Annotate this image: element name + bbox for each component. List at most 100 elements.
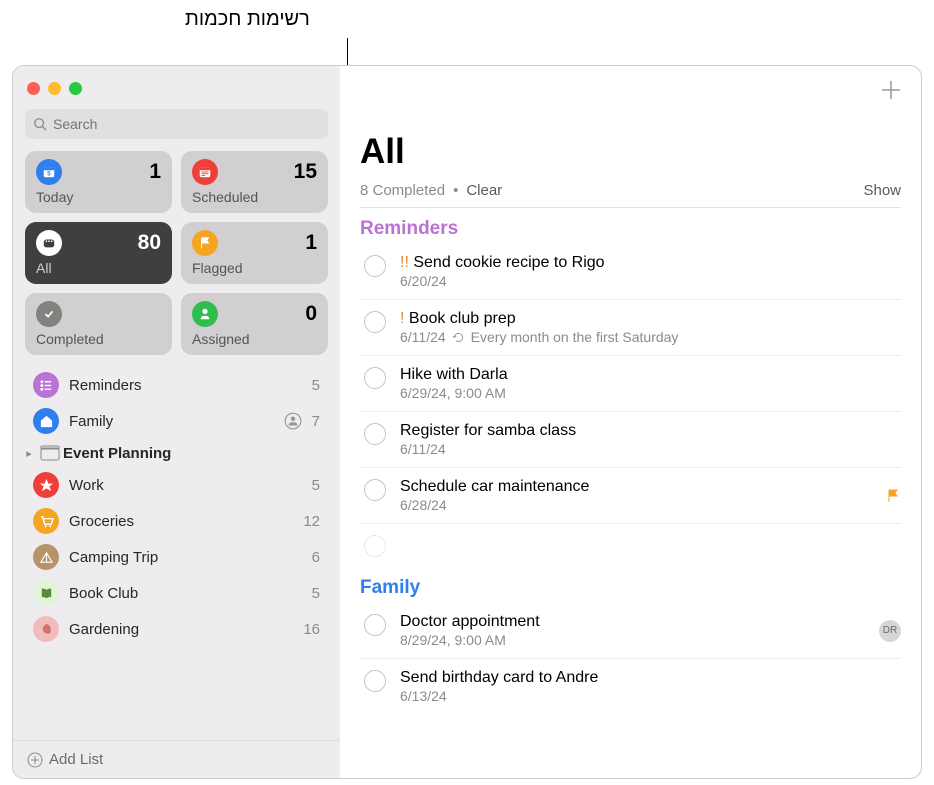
page-title: All: [360, 132, 901, 172]
section-header[interactable]: Family: [360, 577, 901, 599]
sidebar-list-item[interactable]: Camping Trip 6: [17, 539, 336, 575]
list-count: 7: [312, 413, 320, 430]
divider: [360, 207, 901, 208]
search-icon: [33, 117, 47, 131]
reminder-meta: 8/29/24, 9:00 AM: [400, 632, 865, 648]
show-button[interactable]: Show: [863, 182, 901, 199]
smart-label: Flagged: [192, 260, 317, 276]
list-label: Family: [69, 413, 274, 430]
window-controls: [13, 66, 340, 103]
smart-list-scheduled[interactable]: 15 Scheduled: [181, 151, 328, 213]
reminder-title: Register for samba class: [400, 422, 887, 440]
assigned-icon: [192, 301, 218, 327]
subheader: 8 Completed • Clear Show: [360, 182, 901, 199]
complete-toggle[interactable]: [364, 311, 386, 333]
complete-toggle[interactable]: [364, 670, 386, 692]
complete-toggle[interactable]: [364, 423, 386, 445]
flagged-icon: [192, 230, 218, 256]
plus-circle-icon: [27, 752, 43, 768]
section-header[interactable]: Reminders: [360, 218, 901, 240]
avatar: DR: [879, 620, 901, 642]
smart-count: 0: [305, 302, 317, 326]
minimize-button[interactable]: [48, 82, 61, 95]
smart-count: 1: [305, 231, 317, 255]
zoom-button[interactable]: [69, 82, 82, 95]
smart-label: Completed: [36, 331, 161, 347]
list-count: 6: [312, 549, 320, 566]
reminder-row[interactable]: Hike with Darla6/29/24, 9:00 AM: [360, 356, 901, 412]
smart-count: 15: [294, 160, 317, 184]
reminder-row[interactable]: Register for samba class6/11/24: [360, 412, 901, 468]
sidebar-list-item[interactable]: Work5: [17, 467, 336, 503]
smart-list-completed[interactable]: Completed: [25, 293, 172, 355]
list-label: Reminders: [69, 377, 302, 394]
complete-toggle[interactable]: [364, 255, 386, 277]
close-button[interactable]: [27, 82, 40, 95]
smart-list-today[interactable]: 51Today: [25, 151, 172, 213]
sidebar-list-item[interactable]: Book Club5: [17, 575, 336, 611]
main-panel: All 8 Completed • Clear Show Reminders!!…: [340, 66, 921, 778]
clear-button[interactable]: Clear: [466, 182, 502, 199]
reminder-row[interactable]: !! Send cookie recipe to Rigo6/20/24: [360, 244, 901, 300]
reminder-title: Send birthday card to Andre: [400, 669, 887, 687]
reminder-meta: 6/11/24: [400, 441, 887, 457]
reminder-title: ! Book club prep: [400, 310, 887, 328]
reminder-row[interactable]: Doctor appointment8/29/24, 9:00 AM DR: [360, 603, 901, 659]
reminder-title: Doctor appointment: [400, 613, 865, 631]
sidebar-list-item[interactable]: Family 7: [17, 403, 336, 439]
list-label: Event Planning: [63, 445, 318, 462]
list-label: Groceries: [69, 513, 293, 530]
star-icon: [33, 472, 59, 498]
list-label: Camping Trip: [69, 549, 302, 566]
reminder-row[interactable]: [360, 524, 901, 567]
scheduled-icon: [192, 159, 218, 185]
complete-toggle[interactable]: [364, 479, 386, 501]
new-reminder-placeholder[interactable]: [364, 535, 386, 557]
list-label: Work: [69, 477, 302, 494]
complete-toggle[interactable]: [364, 614, 386, 636]
list-label: Gardening: [69, 621, 293, 638]
list-icon: [33, 372, 59, 398]
reminder-row[interactable]: Send birthday card to Andre6/13/24: [360, 659, 901, 714]
toolbar: [340, 66, 921, 114]
house-icon: [33, 408, 59, 434]
smart-label: Today: [36, 189, 161, 205]
add-list-button[interactable]: Add List: [13, 740, 340, 778]
smart-list-all[interactable]: 80All: [25, 222, 172, 284]
list-count: 16: [303, 621, 320, 638]
reminder-row[interactable]: Schedule car maintenance6/28/24: [360, 468, 901, 524]
book-icon: [33, 580, 59, 606]
sidebar-list-item[interactable]: Reminders 5: [17, 367, 336, 403]
completed-icon: [36, 301, 62, 327]
reminder-meta: 6/11/24Every month on the first Saturday: [400, 329, 887, 345]
sidebar-list-item[interactable]: ▸Event Planning: [17, 439, 336, 467]
sidebar-list-item[interactable]: Groceries12: [17, 503, 336, 539]
search-input[interactable]: [53, 116, 320, 132]
add-list-label: Add List: [49, 751, 103, 768]
add-reminder-button[interactable]: [879, 78, 903, 102]
tent-icon: [33, 544, 59, 570]
flag-icon: [885, 488, 901, 504]
person-icon: [284, 412, 302, 430]
plus-icon: [879, 78, 903, 102]
reminder-title: Schedule car maintenance: [400, 478, 871, 496]
smart-count: 80: [138, 231, 161, 255]
list-label: Book Club: [69, 585, 302, 602]
app-window: 51Today15Scheduled80All1FlaggedCompleted…: [12, 65, 922, 779]
reminder-meta: 6/28/24: [400, 497, 871, 513]
reminder-row[interactable]: ! Book club prep6/11/24Every month on th…: [360, 300, 901, 356]
reminder-meta: 6/29/24, 9:00 AM: [400, 385, 887, 401]
completed-count: 8 Completed: [360, 182, 445, 199]
svg-text:5: 5: [47, 171, 51, 178]
complete-toggle[interactable]: [364, 367, 386, 389]
reminder-title: !! Send cookie recipe to Rigo: [400, 254, 887, 272]
reminder-title: Hike with Darla: [400, 366, 887, 384]
folder-icon: [39, 444, 61, 462]
cart-icon: [33, 508, 59, 534]
smart-list-flagged[interactable]: 1 Flagged: [181, 222, 328, 284]
smart-label: Scheduled: [192, 189, 317, 205]
sidebar-list-item[interactable]: Gardening 16: [17, 611, 336, 647]
list-count: 5: [312, 377, 320, 394]
search-field[interactable]: [25, 109, 328, 139]
smart-list-assigned[interactable]: 0Assigned: [181, 293, 328, 355]
